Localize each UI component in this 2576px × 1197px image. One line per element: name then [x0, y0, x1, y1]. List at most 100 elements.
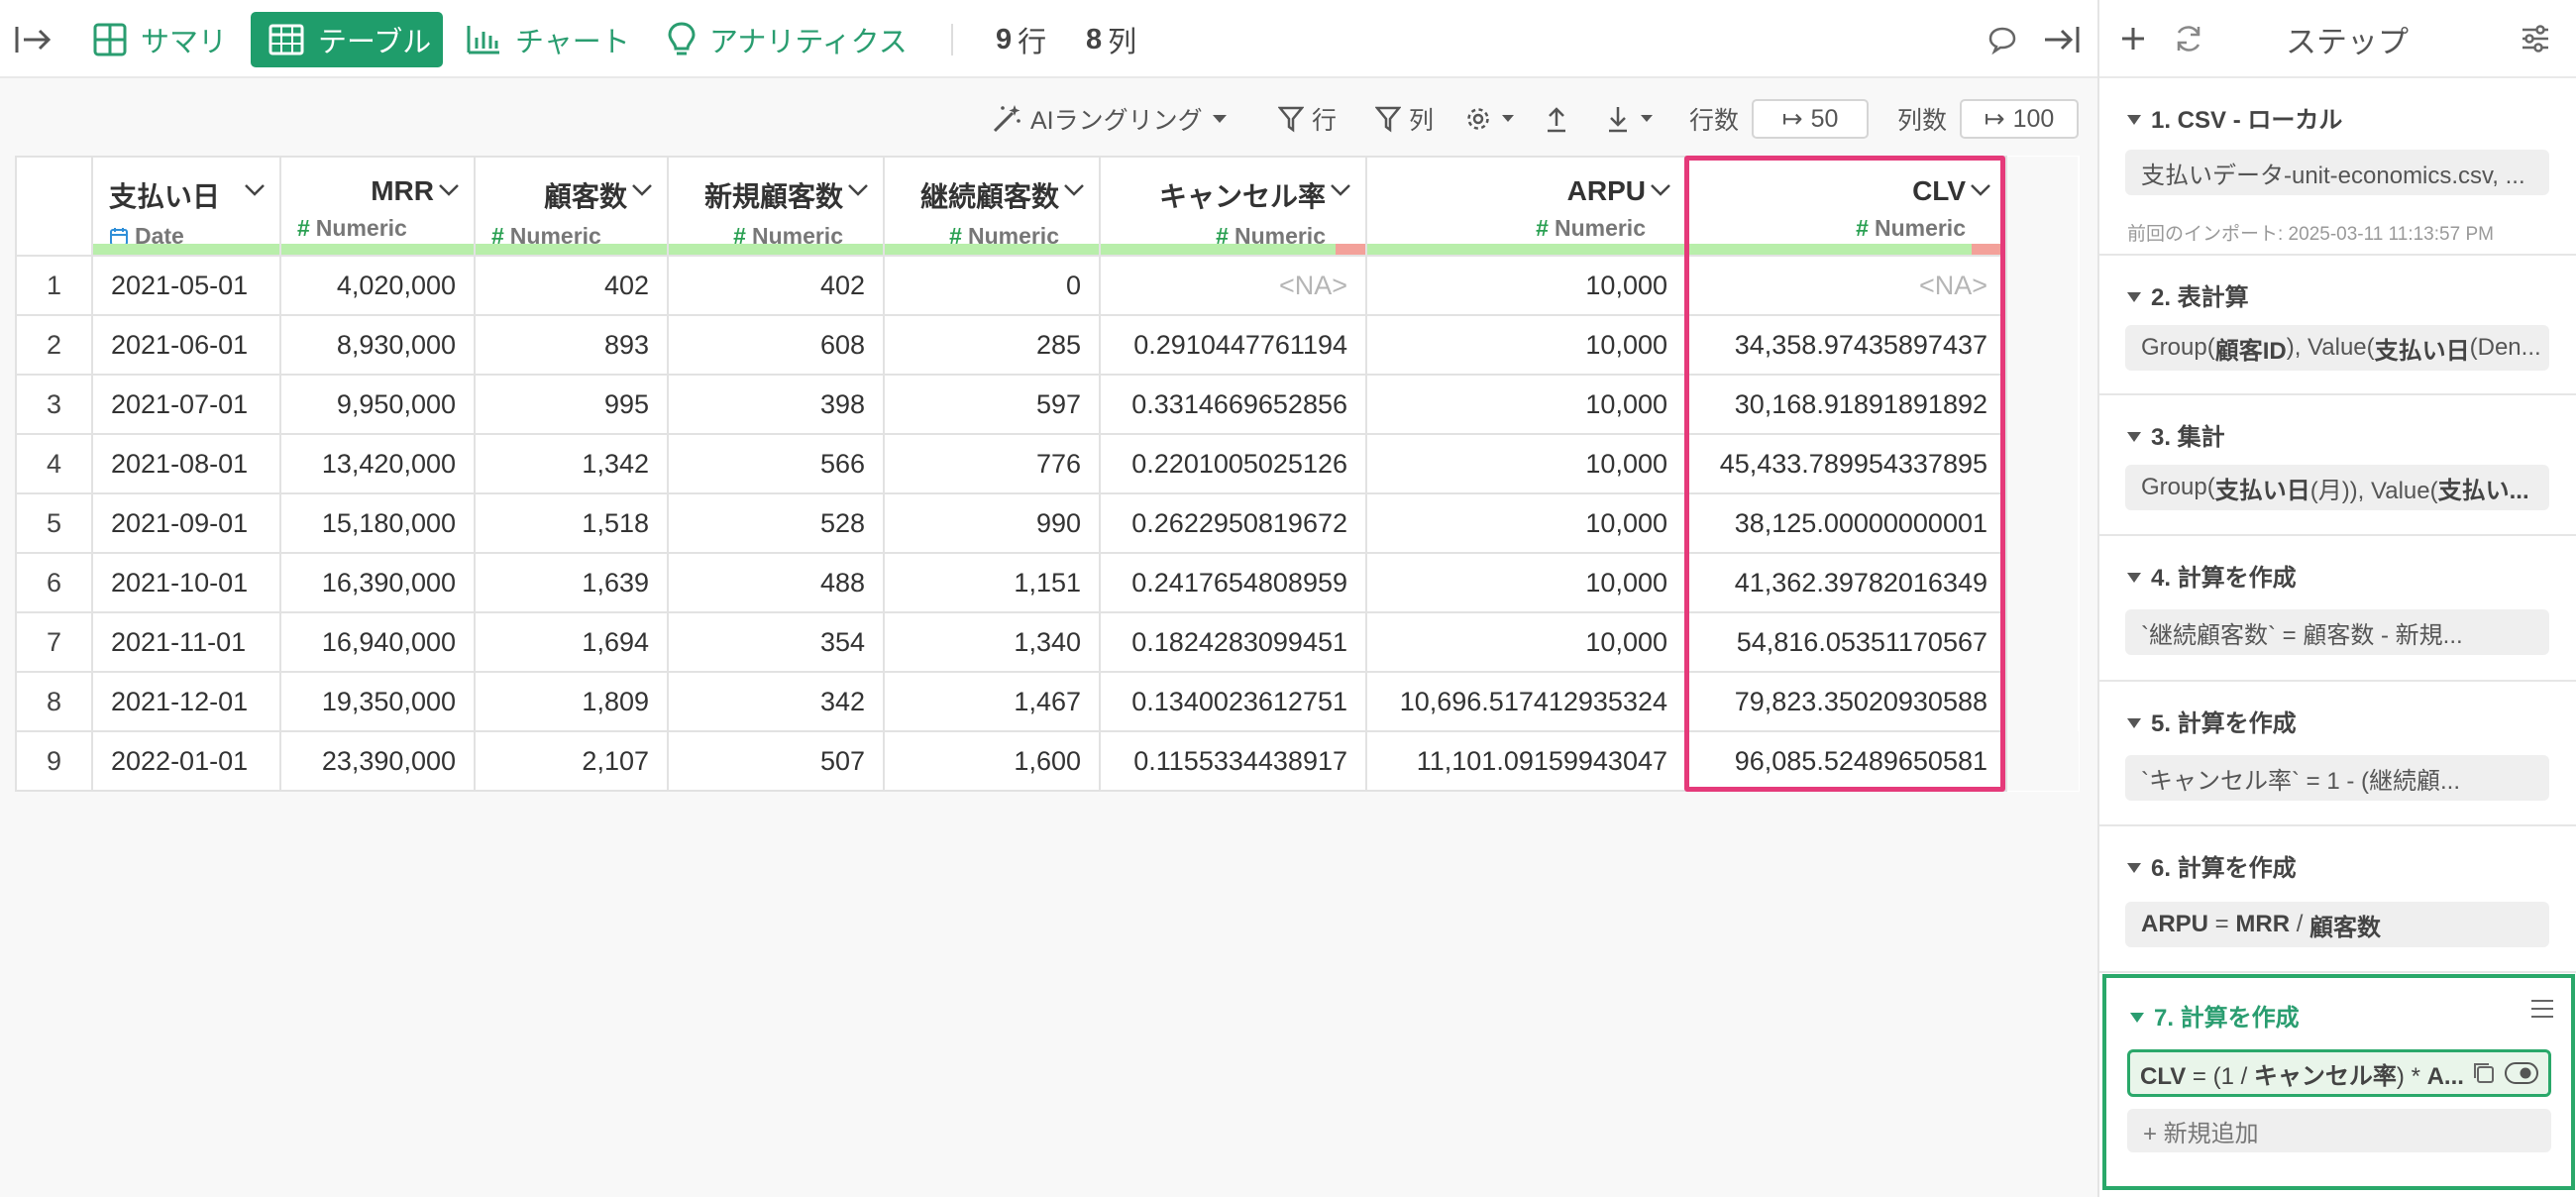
settings-dropdown[interactable] — [1464, 99, 1524, 139]
expand-right-icon[interactable] — [2041, 12, 2094, 67]
table-cell[interactable]: 2021-10-01 — [91, 552, 281, 613]
table-cell[interactable]: 0.3314669652856 — [1099, 374, 1367, 435]
ai-wrangling-button[interactable]: AIラングリング — [991, 99, 1236, 139]
table-cell[interactable]: 0.2622950819672 — [1099, 492, 1367, 554]
table-cell[interactable]: 1,809 — [474, 671, 669, 732]
table-cell[interactable]: 776 — [883, 433, 1101, 494]
table-cell[interactable]: 566 — [667, 433, 885, 494]
table-cell[interactable]: 1,639 — [474, 552, 669, 613]
settings-sliders-icon[interactable] — [2521, 18, 2550, 59]
column-header[interactable]: キャンセル率 # Numeric — [1099, 156, 1367, 257]
table-cell[interactable]: 402 — [667, 255, 885, 316]
table-cell[interactable]: 597 — [883, 374, 1101, 435]
table-row[interactable]: 4 2021-08-01 13,420,000 1,342 566 776 0.220100… — [15, 433, 2079, 494]
table-cell[interactable]: 38,125.00000000001 — [1685, 492, 2007, 554]
step-title[interactable]: 2. 表計算 — [2127, 277, 2249, 312]
table-cell[interactable]: 2021-11-01 — [91, 611, 281, 673]
table-cell[interactable]: 96,085.52489650581 — [1685, 730, 2007, 792]
table-cell[interactable]: 342 — [667, 671, 885, 732]
table-cell[interactable]: 10,000 — [1365, 611, 1687, 673]
step-detail[interactable]: Group(支払い日 (月)), Value(支払い... — [2125, 465, 2549, 510]
plus-icon[interactable] — [2119, 18, 2147, 59]
table-cell[interactable]: 10,000 — [1365, 314, 1687, 376]
table-cell[interactable]: 2021-08-01 — [91, 433, 281, 494]
table-cell[interactable]: 402 — [474, 255, 669, 316]
chevron-down-icon[interactable] — [1063, 183, 1085, 197]
table-cell[interactable]: 10,000 — [1365, 433, 1687, 494]
step-item[interactable]: 2. 表計算 Group(顧客ID), Value(支払い日 (Den... — [2099, 256, 2576, 395]
table-cell[interactable]: 0.1340023612751 — [1099, 671, 1367, 732]
table-cell[interactable]: 41,362.39782016349 — [1685, 552, 2007, 613]
table-cell[interactable]: 0.2417654808959 — [1099, 552, 1367, 613]
table-cell[interactable]: 13,420,000 — [279, 433, 476, 494]
filter-columns-button[interactable]: 列 — [1375, 99, 1434, 139]
step-item-active[interactable]: 7. 計算を作成 CLV = (1 / キャンセル率) * A... + 新規追… — [2102, 974, 2575, 1190]
table-cell[interactable]: 10,000 — [1365, 492, 1687, 554]
table-cell[interactable]: 0.1155334438917 — [1099, 730, 1367, 792]
chevron-down-icon[interactable] — [847, 183, 869, 197]
column-header[interactable]: 新規顧客数 # Numeric — [667, 156, 885, 257]
step-item[interactable]: 6. 計算を作成 ARPU = MRR / 顧客数 — [2099, 826, 2576, 973]
step-title[interactable]: 4. 計算を作成 — [2127, 558, 2297, 593]
table-cell[interactable]: 10,696.517412935324 — [1365, 671, 1687, 732]
table-cell[interactable]: 4,020,000 — [279, 255, 476, 316]
column-header[interactable]: 継続顧客数 # Numeric — [883, 156, 1101, 257]
step-title[interactable]: 1. CSV - ローカル — [2127, 100, 2342, 135]
table-row[interactable]: 1 2021-05-01 4,020,000 402 402 0 <NA> 10,000 <NA… — [15, 255, 2079, 316]
chevron-down-icon[interactable] — [244, 183, 266, 197]
table-cell[interactable]: 2021-12-01 — [91, 671, 281, 732]
step-title[interactable]: 6. 計算を作成 — [2127, 848, 2297, 883]
step-item[interactable]: 3. 集計 Group(支払い日 (月)), Value(支払い... — [2099, 395, 2576, 536]
filter-rows-button[interactable]: 行 — [1278, 99, 1337, 139]
table-row[interactable]: 3 2021-07-01 9,950,000 995 398 597 0.331466965… — [15, 374, 2079, 435]
upload-icon[interactable] — [1544, 99, 1577, 139]
table-cell[interactable]: 995 — [474, 374, 669, 435]
table-cell[interactable]: <NA> — [1099, 255, 1367, 316]
table-cell[interactable]: 990 — [883, 492, 1101, 554]
table-cell[interactable]: 0.2910447761194 — [1099, 314, 1367, 376]
table-cell[interactable]: 34,358.97435897437 — [1685, 314, 2007, 376]
tab-summary[interactable]: サマリ — [93, 12, 227, 67]
chevron-down-icon[interactable] — [631, 183, 653, 197]
table-cell[interactable]: 16,940,000 — [279, 611, 476, 673]
column-header[interactable]: CLV # Numeric — [1685, 156, 2007, 257]
table-cell[interactable]: 1,340 — [883, 611, 1101, 673]
table-cell[interactable]: 2021-09-01 — [91, 492, 281, 554]
step-item[interactable]: 5. 計算を作成 `キャンセル率` = 1 - (継続顧... — [2099, 682, 2576, 826]
table-cell[interactable]: 10,000 — [1365, 374, 1687, 435]
table-cell[interactable]: 79,823.35020930588 — [1685, 671, 2007, 732]
step-detail[interactable]: `キャンセル率` = 1 - (継続顧... — [2125, 755, 2549, 801]
table-cell[interactable]: 11,101.09159943047 — [1365, 730, 1687, 792]
table-cell[interactable]: 2022-01-01 — [91, 730, 281, 792]
step-title[interactable]: 7. 計算を作成 — [2130, 998, 2300, 1033]
table-cell[interactable]: 0.2201005025126 — [1099, 433, 1367, 494]
table-cell[interactable]: 1,694 — [474, 611, 669, 673]
table-cell[interactable]: 10,000 — [1365, 255, 1687, 316]
table-row[interactable]: 2 2021-06-01 8,930,000 893 608 285 0.291044776… — [15, 314, 2079, 376]
tab-table[interactable]: テーブル — [251, 12, 443, 67]
table-row[interactable]: 8 2021-12-01 19,350,000 1,809 342 1,467 0.1340… — [15, 671, 2079, 732]
chevron-down-icon[interactable] — [1650, 183, 1671, 197]
table-cell[interactable]: 2021-07-01 — [91, 374, 281, 435]
copy-icon[interactable] — [2471, 1060, 2497, 1086]
step-detail[interactable]: ARPU = MRR / 顧客数 — [2125, 902, 2549, 947]
columns-limit-input[interactable]: ↦ 100 — [1960, 99, 2079, 139]
chevron-down-icon[interactable] — [1330, 183, 1351, 197]
table-cell[interactable]: 1,467 — [883, 671, 1101, 732]
eye-icon[interactable] — [2505, 1061, 2538, 1085]
table-cell[interactable]: 23,390,000 — [279, 730, 476, 792]
table-row[interactable]: 7 2021-11-01 16,940,000 1,694 354 1,340 0.1824… — [15, 611, 2079, 673]
table-row[interactable]: 5 2021-09-01 15,180,000 1,518 528 990 0.262295… — [15, 492, 2079, 554]
table-cell[interactable]: 488 — [667, 552, 885, 613]
table-row[interactable]: 6 2021-10-01 16,390,000 1,639 488 1,151 0.2417… — [15, 552, 2079, 613]
table-cell[interactable]: 19,350,000 — [279, 671, 476, 732]
table-cell[interactable]: 8,930,000 — [279, 314, 476, 376]
table-cell[interactable]: 9,950,000 — [279, 374, 476, 435]
table-cell[interactable]: 285 — [883, 314, 1101, 376]
step-detail[interactable]: 支払いデータ-unit-economics.csv, ... — [2125, 150, 2549, 195]
rows-limit-input[interactable]: ↦ 50 — [1752, 99, 1869, 139]
table-cell[interactable]: 1,518 — [474, 492, 669, 554]
table-cell[interactable]: 354 — [667, 611, 885, 673]
table-cell[interactable]: 16,390,000 — [279, 552, 476, 613]
tab-analytics[interactable]: アナリティクス — [668, 12, 908, 67]
